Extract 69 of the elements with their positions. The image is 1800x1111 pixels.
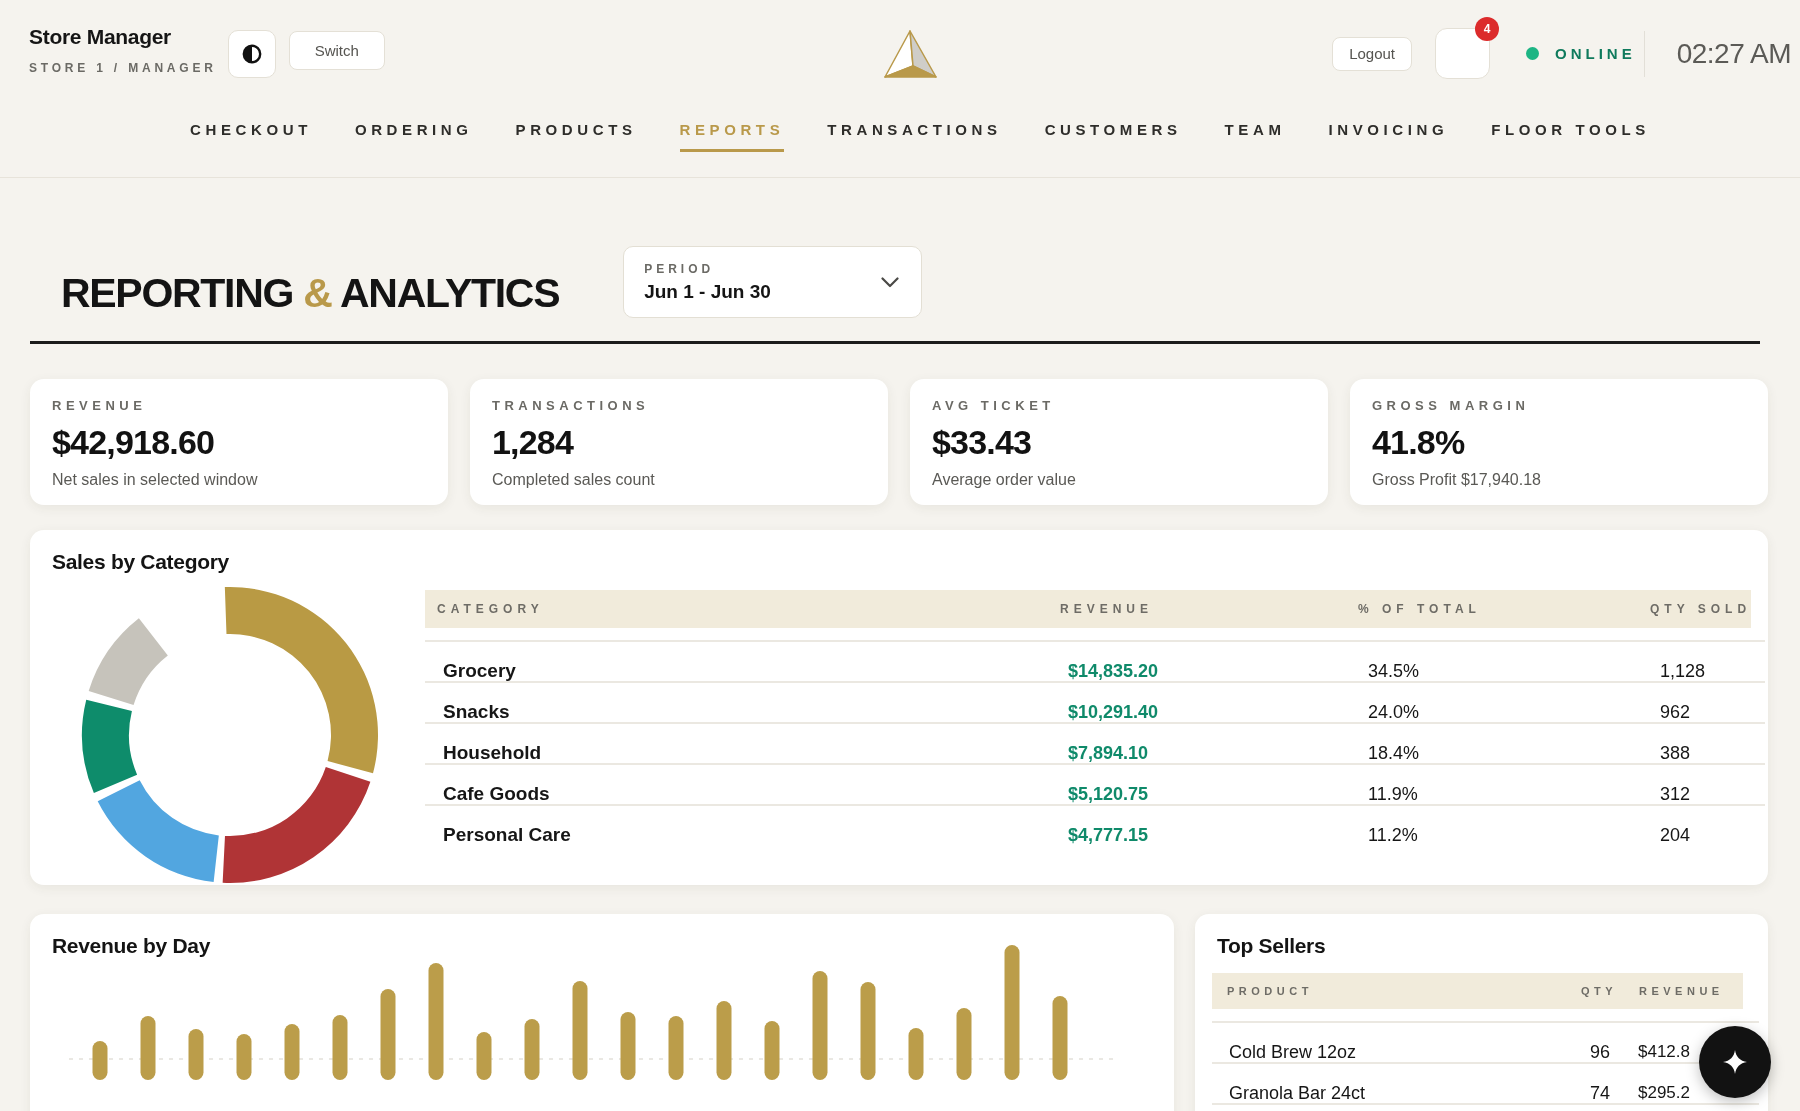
table-cell: $4,777.15: [1068, 825, 1149, 845]
column-header: PRODUCT: [1227, 985, 1313, 997]
table-cell: $14,835.20: [1068, 661, 1159, 681]
page-title: REPORTING & ANALYTICS: [61, 270, 560, 316]
switch-button[interactable]: Switch: [288, 31, 385, 70]
column-header: CATEGORY: [437, 602, 544, 616]
table-cell: 34.5%: [1368, 661, 1420, 681]
table-cell: Grocery: [443, 661, 516, 681]
table-cell: 204: [1660, 825, 1691, 845]
table-cell: Cold Brew 12oz: [1229, 1042, 1357, 1062]
nav-tab[interactable]: PRODUCTS: [515, 117, 637, 153]
store-subtitle: STORE 1 / MANAGER: [29, 61, 217, 75]
table-cell: $412.8: [1638, 1042, 1690, 1062]
table-cell: 312: [1660, 784, 1691, 804]
table-cell: $10,291.40: [1068, 702, 1159, 722]
kpi-caption: Gross Profit $17,940.18: [1372, 471, 1541, 489]
nav-tab[interactable]: TEAM: [1224, 117, 1286, 153]
table-cell: $295.2: [1638, 1083, 1690, 1103]
logout-button[interactable]: Logout: [1332, 36, 1412, 71]
card-title: Sales by Category: [52, 550, 229, 574]
table-cell: Personal Care: [443, 825, 571, 845]
table-cell: 24.0%: [1368, 702, 1420, 722]
table-cell: 96: [1590, 1042, 1611, 1062]
contrast-icon: [241, 43, 262, 64]
sparkle-icon: [1723, 1050, 1747, 1074]
column-header: QTY SOLD: [1650, 602, 1752, 616]
nav-tab[interactable]: CUSTOMERS: [1044, 117, 1182, 153]
table-cell: 388: [1660, 743, 1691, 763]
table-cell: $7,894.10: [1068, 743, 1149, 763]
kpi-caption: Net sales in selected window: [52, 471, 258, 489]
table-cell: 11.2%: [1368, 825, 1418, 845]
nav-tab[interactable]: FLOOR TOOLS: [1491, 117, 1650, 153]
store-title: Store Manager: [29, 25, 171, 49]
nav-tab[interactable]: CHECKOUT: [190, 117, 312, 153]
kpi-label: GROSS MARGIN: [1372, 399, 1530, 413]
pyramid-icon: [882, 28, 938, 79]
kpi-value: $33.43: [932, 423, 1032, 462]
kpi-caption: Average order value: [932, 471, 1076, 489]
kpi-caption: Completed sales count: [492, 471, 655, 489]
chevron-down-icon: [881, 276, 900, 288]
table-cell: $5,120.75: [1068, 784, 1149, 804]
table-cell: Snacks: [443, 702, 510, 722]
column-header: % OF TOTAL: [1358, 602, 1481, 616]
card-title: Top Sellers: [1217, 934, 1326, 958]
table-cell: Cafe Goods: [443, 784, 550, 804]
table-cell: 11.9%: [1368, 784, 1418, 804]
table-cell: 74: [1590, 1083, 1611, 1103]
table-cell: Household: [443, 743, 542, 763]
column-header: QTY: [1581, 985, 1618, 997]
kpi-label: REVENUE: [52, 399, 147, 413]
notification-badge: 4: [1475, 17, 1499, 42]
kpi-label: AVG TICKET: [932, 399, 1055, 413]
table-cell: Granola Bar 24ct: [1229, 1083, 1366, 1103]
column-header: REVENUE: [1639, 985, 1724, 997]
nav-tab[interactable]: ORDERING: [354, 117, 473, 153]
status-label: ONLINE: [1555, 45, 1636, 63]
table-cell: 962: [1660, 702, 1691, 722]
theme-toggle-button[interactable]: [227, 29, 276, 78]
kpi-label: TRANSACTIONS: [492, 399, 650, 413]
column-header: REVENUE: [1060, 602, 1153, 616]
table-cell: 1,128: [1660, 661, 1706, 681]
nav-tab[interactable]: INVOICING: [1328, 117, 1449, 153]
period-select[interactable]: PERIOD Jun 1 - Jun 30: [623, 246, 923, 318]
clock-time: 02:27 AM: [1676, 37, 1791, 70]
kpi-value: 1,284: [492, 423, 574, 462]
nav-tab[interactable]: TRANSACTIONS: [827, 117, 1002, 153]
kpi-value: 41.8%: [1372, 423, 1465, 462]
table-cell: 18.4%: [1368, 743, 1420, 763]
kpi-value: $42,918.60: [52, 423, 215, 462]
